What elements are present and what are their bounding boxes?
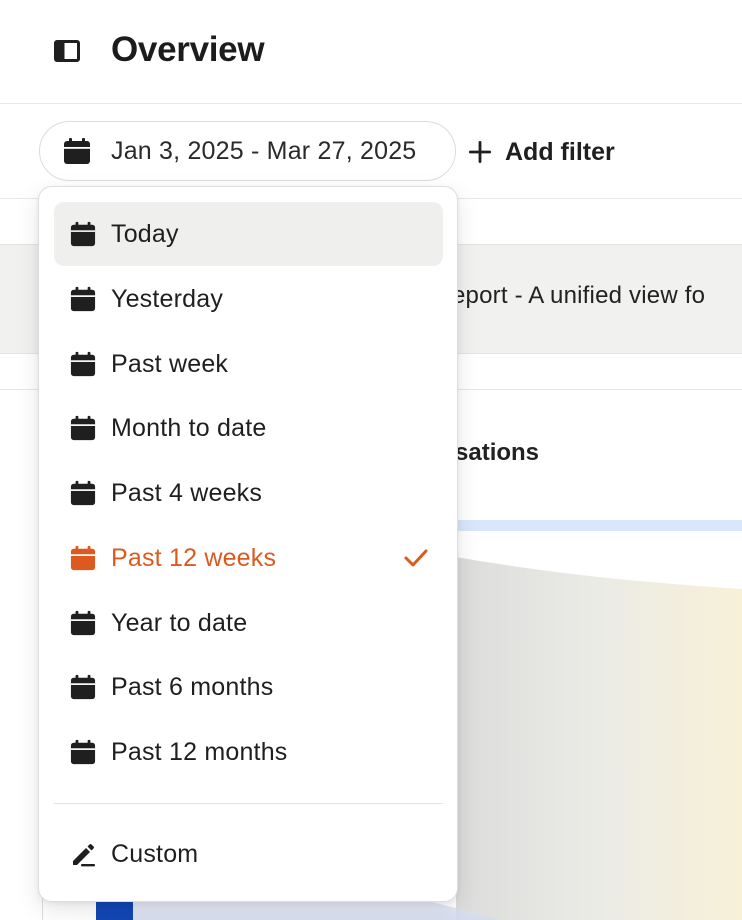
menu-item-label: Past 12 weeks	[111, 543, 277, 572]
menu-item-label: Past week	[111, 349, 229, 378]
menu-divider	[54, 803, 443, 804]
plus-icon	[467, 139, 493, 165]
card-title: sations	[455, 439, 540, 466]
add-filter-button[interactable]: Add filter	[467, 136, 615, 168]
add-filter-label: Add filter	[505, 137, 615, 166]
calendar-icon	[70, 286, 96, 312]
calendar-icon	[70, 739, 96, 765]
menu-item-label: Month to date	[111, 413, 267, 442]
menu-item-label: Custom	[111, 839, 199, 868]
date-range-label: Jan 3, 2025 - Mar 27, 2025	[111, 136, 417, 165]
menu-item-year-to-date[interactable]: Year to date	[54, 591, 443, 655]
calendar-icon	[63, 137, 91, 165]
calendar-icon	[70, 545, 96, 571]
overview-page: Overview Jan 3, 2025 - Mar 27, 2025 Add …	[0, 0, 742, 920]
menu-item-label: Past 12 months	[111, 737, 288, 766]
page-header: Overview	[0, 0, 742, 104]
menu-item-past-12-weeks[interactable]: Past 12 weeks	[54, 526, 443, 590]
menu-item-past-12-months[interactable]: Past 12 months	[54, 720, 443, 784]
page-title: Overview	[111, 30, 265, 69]
calendar-icon	[70, 674, 96, 700]
calendar-icon	[70, 480, 96, 506]
date-range-button[interactable]: Jan 3, 2025 - Mar 27, 2025	[39, 121, 456, 181]
calendar-icon	[70, 221, 96, 247]
menu-item-label: Year to date	[111, 608, 248, 637]
menu-item-yesterday[interactable]: Yesterday	[54, 267, 443, 331]
sidebar-toggle-icon[interactable]	[53, 39, 81, 63]
calendar-icon	[70, 610, 96, 636]
pencil-icon	[70, 841, 96, 867]
calendar-icon	[70, 415, 96, 441]
menu-item-past-6-months[interactable]: Past 6 months	[54, 655, 443, 719]
menu-item-label: Past 4 weeks	[111, 478, 263, 507]
menu-item-today[interactable]: Today	[54, 202, 443, 266]
checkmark-icon	[403, 546, 429, 570]
menu-item-label: Past 6 months	[111, 672, 274, 701]
calendar-icon	[70, 351, 96, 377]
menu-item-label: Yesterday	[111, 284, 224, 313]
menu-item-month-to-date[interactable]: Month to date	[54, 396, 443, 460]
date-range-dropdown: Today Yesterday Past week Month to date	[38, 186, 458, 902]
menu-item-custom[interactable]: Custom	[54, 822, 443, 886]
report-banner-text: eport - A unified view fo	[452, 282, 706, 309]
menu-item-past-4-weeks[interactable]: Past 4 weeks	[54, 461, 443, 525]
menu-item-past-week[interactable]: Past week	[54, 332, 443, 396]
menu-item-label: Today	[111, 219, 179, 248]
card-strip	[455, 520, 742, 531]
filter-bar: Jan 3, 2025 - Mar 27, 2025 Add filter	[0, 104, 742, 199]
